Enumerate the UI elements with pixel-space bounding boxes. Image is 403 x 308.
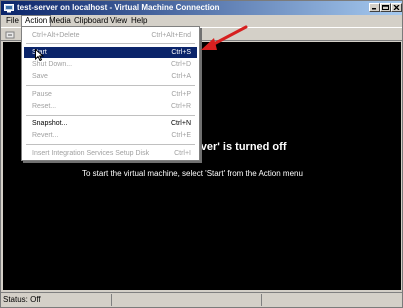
maximize-icon bbox=[382, 5, 389, 10]
close-button[interactable] bbox=[391, 3, 402, 12]
menu-item-shut-down: Shut Down... Ctrl+D bbox=[32, 61, 191, 68]
maximize-button[interactable] bbox=[380, 3, 391, 12]
menu-item-pause: Pause Ctrl+P bbox=[32, 91, 191, 98]
menu-separator bbox=[26, 115, 195, 116]
menu-item-save: Save Ctrl+A bbox=[32, 73, 191, 80]
vm-connection-icon bbox=[4, 4, 14, 13]
menu-item-ctrl-alt-delete: Ctrl+Alt+Delete Ctrl+Alt+End bbox=[32, 32, 191, 39]
menu-item-snapshot[interactable]: Snapshot... Ctrl+N bbox=[24, 118, 197, 129]
status-divider bbox=[111, 294, 112, 306]
vm-start-hint: To start the virtual machine, select 'St… bbox=[82, 169, 303, 178]
menu-file[interactable]: File bbox=[3, 15, 22, 27]
menu-item-revert: Revert... Ctrl+E bbox=[32, 132, 191, 139]
menu-separator bbox=[26, 144, 195, 145]
status-bar: Status: Off bbox=[1, 292, 402, 307]
close-icon bbox=[393, 5, 400, 10]
mouse-cursor-icon bbox=[35, 49, 44, 61]
window-title: test-server on localhost - Virtual Machi… bbox=[17, 3, 220, 12]
minimize-icon bbox=[372, 8, 376, 10]
action-menu-dropdown: Ctrl+Alt+DeleteCtrl+Alt+End StartCtrl+S … bbox=[21, 26, 200, 161]
status-text: Status: Off bbox=[3, 295, 41, 304]
annotation-arrow-icon bbox=[201, 25, 248, 50]
menu-item-start[interactable]: StartCtrl+S bbox=[24, 47, 197, 58]
minimize-button[interactable] bbox=[369, 3, 380, 12]
menu-separator bbox=[26, 43, 195, 44]
vm-connection-window: test-server on localhost - Virtual Machi… bbox=[0, 0, 403, 308]
ctrl-alt-del-icon[interactable] bbox=[5, 30, 15, 40]
menu-item-insert-integration-disk: Insert Integration Services Setup Disk Ct… bbox=[32, 150, 191, 157]
title-bar[interactable]: test-server on localhost - Virtual Machi… bbox=[1, 1, 402, 15]
menu-item-reset: Reset... Ctrl+R bbox=[32, 103, 191, 110]
status-divider bbox=[261, 294, 262, 306]
menu-separator bbox=[26, 85, 195, 86]
